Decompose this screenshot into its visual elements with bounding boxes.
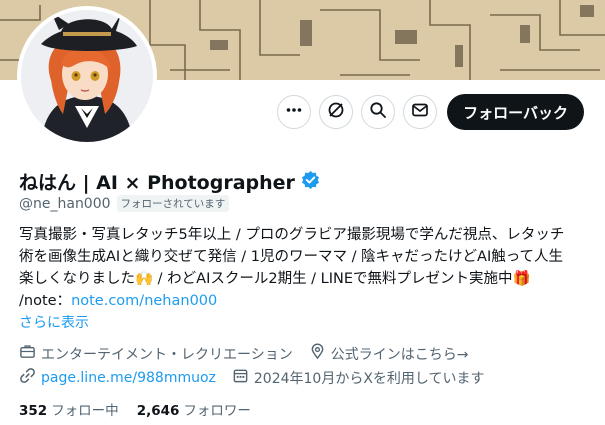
following-link[interactable]: 352 フォロー中 bbox=[19, 399, 119, 419]
bio-line: 楽しくなりました🙌 / わどAIスクール2期生 / LINEで無料プレゼント実施… bbox=[19, 271, 531, 287]
follow-stats: 352 フォロー中 2,646 フォロワー bbox=[19, 399, 251, 419]
profile-actions: フォローバック bbox=[277, 94, 584, 130]
joined-text: 2024年10月からXを利用しています bbox=[253, 370, 485, 387]
grok-button[interactable] bbox=[319, 95, 354, 129]
location-item: 公式ラインはこちら→ bbox=[309, 343, 469, 364]
calendar-icon bbox=[232, 367, 249, 388]
more-icon bbox=[285, 101, 303, 123]
note-link[interactable]: note.com/nehan000 bbox=[71, 293, 217, 309]
bio-line: 写真撮影・写真レタッチ5年以上 / プロのグラビア撮影現場で学んだ視点、レタッチ bbox=[19, 227, 565, 243]
avatar[interactable] bbox=[17, 6, 157, 146]
name-row: ねはん | AI × Photographer bbox=[19, 168, 320, 195]
bio-line: 術を画像生成AIと織り交ぜて発信 / 1児のワーママ / 陰キャだったけどAI触… bbox=[19, 249, 564, 265]
category-text: エンターテイメント・レクリエーション bbox=[41, 346, 293, 363]
following-count: 352 bbox=[19, 403, 48, 419]
bio: 写真撮影・写真レタッチ5年以上 / プロのグラビア撮影現場で学んだ視点、レタッチ… bbox=[19, 224, 589, 312]
bio-note-line: /note：note.com/nehan000 bbox=[19, 290, 589, 312]
website-link[interactable]: page.line.me/988mmuoz bbox=[41, 370, 216, 386]
location-text: 公式ラインはこちら→ bbox=[330, 346, 469, 363]
handle-row: @ne_han000 フォローされています bbox=[19, 195, 230, 212]
follows-you-badge: フォローされています bbox=[116, 195, 230, 212]
note-prefix: /note： bbox=[19, 293, 72, 309]
profile-meta-row: page.line.me/988mmuoz 2024年10月からXを利用していま… bbox=[19, 367, 485, 388]
search-icon bbox=[369, 101, 387, 123]
joined-item: 2024年10月からXを利用しています bbox=[232, 367, 485, 388]
followers-count: 2,646 bbox=[136, 403, 180, 419]
display-name: ねはん | AI × Photographer bbox=[19, 172, 295, 194]
category-item: エンターテイメント・レクリエーション bbox=[19, 343, 293, 364]
location-pin-icon bbox=[309, 343, 326, 364]
message-button[interactable] bbox=[403, 95, 438, 129]
briefcase-icon bbox=[19, 343, 36, 364]
search-button[interactable] bbox=[361, 95, 396, 129]
more-button[interactable] bbox=[277, 95, 312, 129]
show-more-link[interactable]: さらに表示 bbox=[19, 312, 89, 332]
verified-badge-icon[interactable] bbox=[301, 170, 320, 193]
link-icon bbox=[19, 367, 36, 388]
followers-link[interactable]: 2,646 フォロワー bbox=[137, 399, 251, 419]
following-label: フォロー中 bbox=[51, 403, 119, 419]
follow-back-button[interactable]: フォローバック bbox=[447, 94, 584, 130]
message-icon bbox=[411, 101, 429, 123]
website-item: page.line.me/988mmuoz bbox=[19, 367, 216, 388]
handle: @ne_han000 bbox=[19, 195, 111, 212]
followers-label: フォロワー bbox=[183, 403, 251, 419]
grok-icon bbox=[327, 101, 345, 123]
profile-meta-row: エンターテイメント・レクリエーション 公式ラインはこちら→ bbox=[19, 343, 468, 364]
